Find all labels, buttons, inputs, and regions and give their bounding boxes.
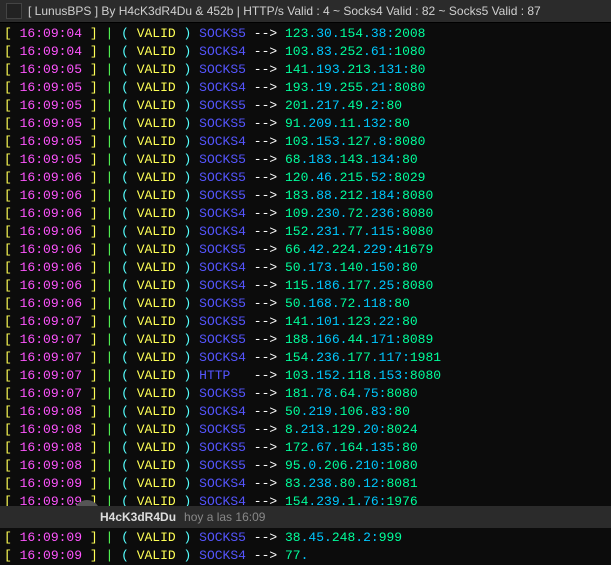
footer-time: hoy a las 16:09 — [184, 508, 265, 526]
terminal-output: [ 16:09:04 ] | ( VALID ) SOCKS5 --> 123.… — [0, 23, 611, 565]
log-row: [ 16:09:05 ] | ( VALID ) SOCKS5 --> 91.2… — [4, 115, 611, 133]
log-row: [ 16:09:06 ] | ( VALID ) SOCKS4 --> 115.… — [4, 277, 611, 295]
log-row: [ 16:09:08 ] | ( VALID ) SOCKS5 --> 95.0… — [4, 457, 611, 475]
log-row: [ 16:09:05 ] | ( VALID ) SOCKS5 --> 141.… — [4, 61, 611, 79]
log-row: [ 16:09:07 ] | ( VALID ) SOCKS5 --> 141.… — [4, 313, 611, 331]
log-row: [ 16:09:05 ] | ( VALID ) SOCKS5 --> 68.1… — [4, 151, 611, 169]
log-row: [ 16:09:09 ] | ( VALID ) SOCKS4 --> 77. — [4, 547, 611, 565]
log-row: [ 16:09:08 ] | ( VALID ) SOCKS5 --> 172.… — [4, 439, 611, 457]
log-row: [ 16:09:09 ] | ( VALID ) SOCKS4 --> 83.2… — [4, 475, 611, 493]
log-row: [ 16:09:08 ] | ( VALID ) SOCKS5 --> 8.21… — [4, 421, 611, 439]
log-row: [ 16:09:06 ] | ( VALID ) SOCKS5 --> 183.… — [4, 187, 611, 205]
app-icon — [6, 3, 22, 19]
log-row: [ 16:09:06 ] | ( VALID ) SOCKS5 --> 66.4… — [4, 241, 611, 259]
log-row: [ 16:09:05 ] | ( VALID ) SOCKS4 --> 103.… — [4, 133, 611, 151]
log-row: [ 16:09:07 ] | ( VALID ) SOCKS5 --> 181.… — [4, 385, 611, 403]
log-row: [ 16:09:09 ] | ( VALID ) SOCKS5 --> 38.4… — [4, 529, 611, 547]
log-row: [ 16:09:06 ] | ( VALID ) SOCKS4 --> 109.… — [4, 205, 611, 223]
log-row: [ 16:09:08 ] | ( VALID ) SOCKS4 --> 50.2… — [4, 403, 611, 421]
log-row: [ 16:09:06 ] | ( VALID ) SOCKS5 --> 120.… — [4, 169, 611, 187]
log-row: [ 16:09:07 ] | ( VALID ) SOCKS4 --> 154.… — [4, 349, 611, 367]
log-row: [ 16:09:06 ] | ( VALID ) SOCKS5 --> 50.1… — [4, 295, 611, 313]
log-row: [ 16:09:06 ] | ( VALID ) SOCKS4 --> 50.1… — [4, 259, 611, 277]
footer-username: H4cK3dR4Du — [100, 508, 176, 526]
window-title: [ LunusBPS ] By H4cK3dR4Du & 452b | HTTP… — [28, 2, 541, 20]
window-titlebar: [ LunusBPS ] By H4cK3dR4Du & 452b | HTTP… — [0, 0, 611, 23]
log-row: [ 16:09:04 ] | ( VALID ) SOCKS4 --> 103.… — [4, 43, 611, 61]
status-footer: H4cK3dR4Du hoy a las 16:09 — [0, 506, 611, 528]
log-row: [ 16:09:06 ] | ( VALID ) SOCKS4 --> 152.… — [4, 223, 611, 241]
log-row: [ 16:09:05 ] | ( VALID ) SOCKS5 --> 201.… — [4, 97, 611, 115]
log-row: [ 16:09:07 ] | ( VALID ) HTTP --> 103.15… — [4, 367, 611, 385]
log-row: [ 16:09:04 ] | ( VALID ) SOCKS5 --> 123.… — [4, 25, 611, 43]
log-row: [ 16:09:05 ] | ( VALID ) SOCKS4 --> 193.… — [4, 79, 611, 97]
log-row: [ 16:09:07 ] | ( VALID ) SOCKS5 --> 188.… — [4, 331, 611, 349]
